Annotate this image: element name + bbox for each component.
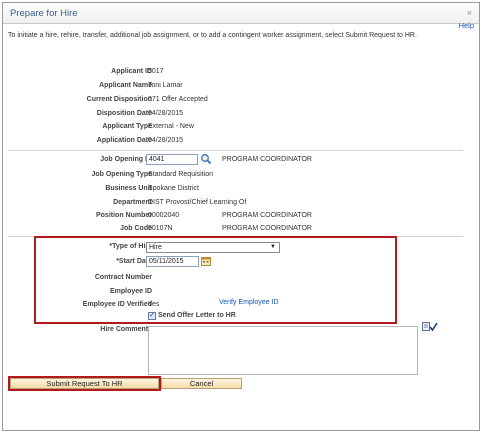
send-offer-letter-label: Send Offer Letter to HR: [158, 312, 236, 319]
applicant-name-value: Toni Lamar: [148, 82, 183, 89]
start-date-field[interactable]: 05/11/2015: [146, 256, 199, 267]
applicant-id-label: Applicant ID: [111, 68, 152, 75]
applicant-type-value: External - New: [148, 123, 194, 130]
type-of-hire-select[interactable]: Hire ▼: [146, 242, 280, 253]
send-offer-letter-checkbox[interactable]: ✓: [148, 312, 156, 320]
position-number-label: Position Number: [95, 212, 152, 219]
hire-comments-textarea[interactable]: [148, 326, 418, 375]
department-value: DIST Provost/Chief Learning Of: [148, 199, 247, 206]
contract-number-label: Contract Number: [94, 274, 152, 281]
cancel-button[interactable]: Cancel: [161, 378, 242, 389]
employee-id-verified-label: Employee ID Verified: [82, 301, 152, 308]
applicant-id-value: 5017: [148, 68, 164, 75]
applicant-type-label: Applicant Type: [102, 123, 152, 130]
job-code-value: 00107N: [148, 225, 173, 232]
submit-request-button[interactable]: Submit Request To HR: [10, 378, 159, 389]
type-of-hire-value: Hire: [149, 244, 162, 251]
job-opening-id-field[interactable]: 4041: [146, 154, 198, 165]
application-date-value: 04/28/2015: [148, 137, 184, 144]
verify-employee-id-link[interactable]: Verify Employee ID: [219, 299, 279, 306]
job-opening-title: PROGRAM COORDINATOR: [222, 156, 312, 163]
applicant-name-label: Applicant Name: [99, 82, 152, 89]
magnifier-icon[interactable]: [200, 153, 212, 167]
job-opening-type-value: Standard Requisition: [148, 171, 213, 178]
dropdown-arrow-icon: ▼: [270, 244, 276, 250]
disposition-date-label: Disposition Date: [96, 110, 152, 117]
employee-id-label: Employee ID: [109, 288, 152, 295]
application-date-label: Application Date: [96, 137, 152, 144]
help-link[interactable]: Help: [459, 21, 474, 30]
dialog-title: Prepare for Hire: [10, 8, 78, 19]
current-disposition-label: Current Disposition: [86, 96, 152, 103]
spellcheck-icon[interactable]: [422, 322, 438, 334]
dialog-titlebar: Prepare for Hire ×: [3, 3, 479, 24]
current-disposition-value: 071 Offer Accepted: [148, 96, 208, 103]
business-unit-value: Spokane District: [148, 185, 199, 192]
employee-id-verified-value: Yes: [148, 301, 160, 308]
hire-comments-label: Hire Comments: [100, 326, 152, 333]
disposition-date-value: 04/28/2015: [148, 110, 184, 117]
job-opening-type-label: Job Opening Type: [91, 171, 152, 178]
position-title: PROGRAM COORDINATOR: [222, 212, 312, 219]
job-code-title: PROGRAM COORDINATOR: [222, 225, 312, 232]
job-opening-id-label: Job Opening ID: [100, 156, 152, 163]
department-label: Department: [113, 199, 152, 206]
intro-text: To initiate a hire, rehire, transfer, ad…: [8, 32, 417, 39]
business-unit-label: Business Unit: [105, 185, 152, 192]
close-icon[interactable]: ×: [467, 8, 472, 18]
calendar-icon[interactable]: [201, 256, 211, 268]
section-divider: [8, 150, 463, 151]
position-number-value: 00002040: [148, 212, 180, 219]
